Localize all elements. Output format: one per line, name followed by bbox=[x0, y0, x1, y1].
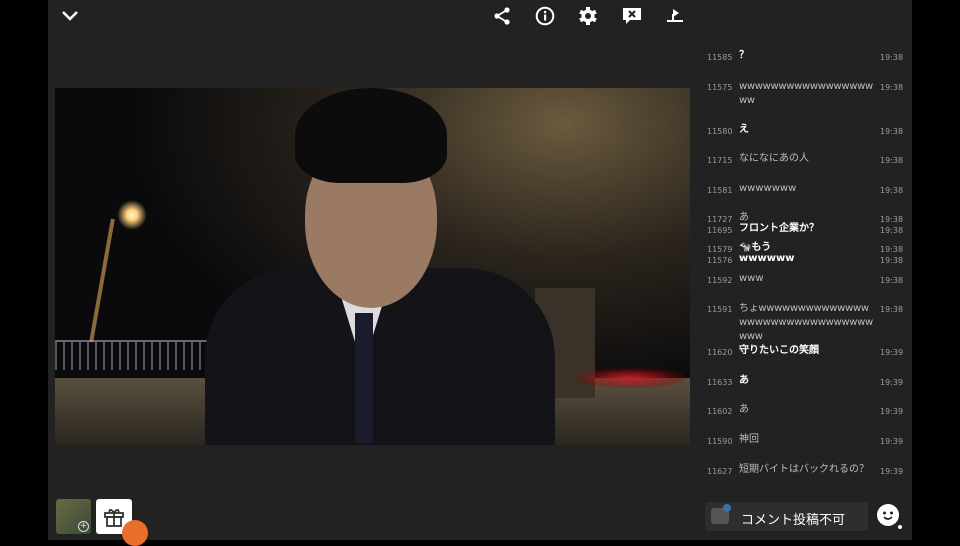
comment-time: 19:38 bbox=[880, 53, 904, 62]
notification-badge bbox=[122, 520, 148, 546]
comment-time: 19:39 bbox=[880, 467, 904, 476]
comment-input-placeholder: コメント投稿不可 bbox=[741, 513, 846, 528]
comment-text: フロント企業か？ bbox=[739, 223, 819, 234]
playlist-icon[interactable] bbox=[663, 4, 687, 28]
comment-text: wwwwwww bbox=[739, 183, 797, 194]
comment-number: 11592 bbox=[707, 276, 733, 285]
comment-list[interactable]: 11585 ？ 19:38 11575 wwwwwwwwwwwwwwwwwww 1… bbox=[700, 40, 912, 495]
comment-time: 19:39 bbox=[880, 348, 904, 357]
comment-number: 11585 bbox=[707, 53, 733, 62]
comment-text: あ bbox=[739, 404, 749, 415]
comment-time: 19:38 bbox=[880, 186, 904, 195]
user-avatar[interactable]: + bbox=[56, 499, 91, 534]
comment-number: 11715 bbox=[707, 156, 733, 165]
comment-text: wwwwwwwwwwwwwwwwwww bbox=[739, 81, 873, 106]
share-icon[interactable] bbox=[490, 4, 514, 28]
comment-text: 短期バイトはバックれるの？ bbox=[739, 464, 869, 475]
comment-input[interactable]: コメント投稿不可 bbox=[705, 502, 868, 531]
comment-time: 19:38 bbox=[880, 83, 904, 92]
comment-time: 19:38 bbox=[880, 127, 904, 136]
comment-number: 11602 bbox=[707, 407, 733, 416]
comment-number: 11581 bbox=[707, 186, 733, 195]
comment-time: 19:38 bbox=[880, 305, 904, 314]
comment-time: 19:39 bbox=[880, 407, 904, 416]
player-screen: 11585 ？ 19:38 11575 wwwwwwwwwwwwwwwwwww 1… bbox=[48, 0, 912, 546]
comment-number: 11627 bbox=[707, 467, 733, 476]
comment-time: 19:39 bbox=[880, 378, 904, 387]
comment-text: なになにあの人 bbox=[739, 153, 809, 164]
add-icon: + bbox=[78, 521, 89, 532]
comment-number: 11575 bbox=[707, 83, 733, 92]
settings-icon[interactable] bbox=[576, 4, 600, 28]
comment-text: え bbox=[739, 124, 749, 135]
comment-text: あ bbox=[739, 375, 749, 386]
comment-time: 19:39 bbox=[880, 437, 904, 446]
comment-time: 19:38 bbox=[880, 226, 904, 235]
comment-time: 19:38 bbox=[880, 256, 904, 265]
comment-text: 神回 bbox=[739, 434, 759, 445]
comment-number: 11580 bbox=[707, 127, 733, 136]
check-badge-icon bbox=[723, 504, 731, 512]
comment-number: 11590 bbox=[707, 437, 733, 446]
chevron-down-icon[interactable] bbox=[58, 4, 82, 28]
video-player[interactable] bbox=[55, 88, 690, 445]
comment-number: 11695 bbox=[707, 226, 733, 235]
comment-off-icon[interactable] bbox=[620, 4, 644, 28]
comment-time: 19:38 bbox=[880, 276, 904, 285]
comment-number: 11633 bbox=[707, 378, 733, 387]
gift-icon bbox=[104, 508, 124, 527]
comment-text: 守りたいこの笑顔 bbox=[739, 345, 819, 356]
comment-number: 11591 bbox=[707, 305, 733, 314]
comment-text: wwwwww bbox=[739, 253, 795, 264]
comment-number: 11576 bbox=[707, 256, 733, 265]
info-icon[interactable] bbox=[533, 4, 557, 28]
comment-text: www bbox=[739, 273, 764, 284]
comment-number: 11620 bbox=[707, 348, 733, 357]
comment-text: ちょwwwwwwwwwwwwwwwwwwwwwwwwwwwwwwwwww bbox=[739, 303, 873, 342]
emoji-icon[interactable] bbox=[875, 502, 903, 530]
comment-text: ？ bbox=[739, 50, 749, 61]
comment-time: 19:38 bbox=[880, 156, 904, 165]
